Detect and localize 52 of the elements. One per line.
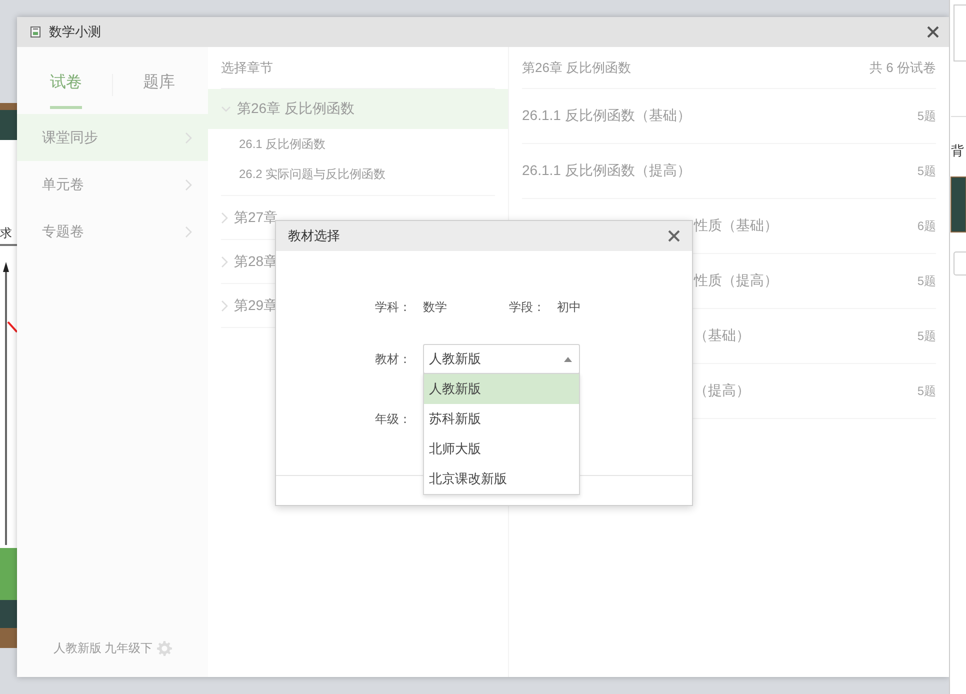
question-count: 5题 — [917, 162, 936, 180]
question-count: 5题 — [917, 272, 936, 290]
chevron-icon — [185, 226, 192, 238]
document-icon — [30, 26, 42, 38]
question-count: 6题 — [917, 218, 936, 234]
chevron-icon — [185, 178, 192, 190]
dropdown-option[interactable]: 北师大版 — [424, 434, 579, 464]
sidebar-label: 专题卷 — [42, 222, 84, 240]
question-count: 5题 — [917, 328, 936, 344]
chevron-icon — [185, 132, 192, 144]
chapter-item[interactable]: 第27章 — [234, 208, 278, 226]
paper-title[interactable]: 性质（基础） — [694, 217, 778, 235]
dropdown-option[interactable]: 北京课改新版 — [424, 464, 579, 494]
paper-title[interactable]: （提高） — [694, 382, 750, 400]
section-item[interactable]: 26.1 反比例函数 — [221, 129, 495, 159]
field-label: 学科： — [375, 298, 412, 316]
tab[interactable]: 题库 — [143, 71, 175, 93]
chapter-item[interactable]: 第28章 — [234, 252, 278, 270]
field-label: 学段： — [509, 298, 546, 316]
tab[interactable]: 试卷 — [50, 71, 82, 93]
section-item[interactable]: 26.2 实际问题与反比例函数 — [221, 159, 495, 189]
paper-title[interactable]: 性质（提高） — [694, 272, 778, 290]
sidebar-label: 课堂同步 — [42, 128, 98, 146]
question-count: 5题 — [917, 382, 936, 400]
chapter-label: 第26章 反比例函数 — [237, 100, 354, 118]
field-value: 数学 — [423, 298, 448, 316]
dropdown-option[interactable]: 人教新版 — [424, 374, 579, 404]
field-label: 教材： — [375, 350, 412, 368]
dropdown-option[interactable]: 苏科新版 — [424, 404, 579, 434]
textbook-setting-text: 人教新版 九年级下 — [53, 640, 153, 656]
paper-title[interactable]: （基础） — [694, 327, 750, 345]
dropdown-arrow-icon — [564, 356, 572, 362]
chapter-item[interactable]: 第29章 — [234, 296, 278, 314]
close-icon[interactable] — [668, 230, 680, 242]
sidebar-item[interactable]: 专题卷 — [17, 208, 208, 255]
paper-count: 共 6 份试卷 — [870, 58, 936, 76]
background-app-text: 背 — [951, 142, 964, 160]
textbook-select[interactable]: 人教新版 — [423, 344, 580, 374]
chapter-title: 第26章 反比例函数 — [522, 58, 632, 76]
paper-title[interactable]: 26.1.1 反比例函数（提高） — [522, 162, 691, 180]
background-app-text: 求 — [0, 225, 12, 242]
question-count: 5题 — [917, 108, 936, 124]
dialog-title: 教材选择 — [288, 227, 340, 245]
sidebar-item[interactable]: 课堂同步 — [17, 114, 208, 161]
close-icon[interactable] — [927, 26, 939, 38]
sidebar-label: 单元卷 — [42, 176, 84, 194]
sidebar-item[interactable]: 单元卷 — [17, 161, 208, 208]
window-title: 数学小测 — [49, 23, 102, 41]
chapter-item[interactable]: 第26章 反比例函数 — [208, 89, 508, 129]
field-value: 初中 — [557, 298, 581, 316]
paper-title[interactable]: 26.1.1 反比例函数（基础） — [522, 107, 691, 125]
field-label: 年级： — [375, 410, 412, 428]
